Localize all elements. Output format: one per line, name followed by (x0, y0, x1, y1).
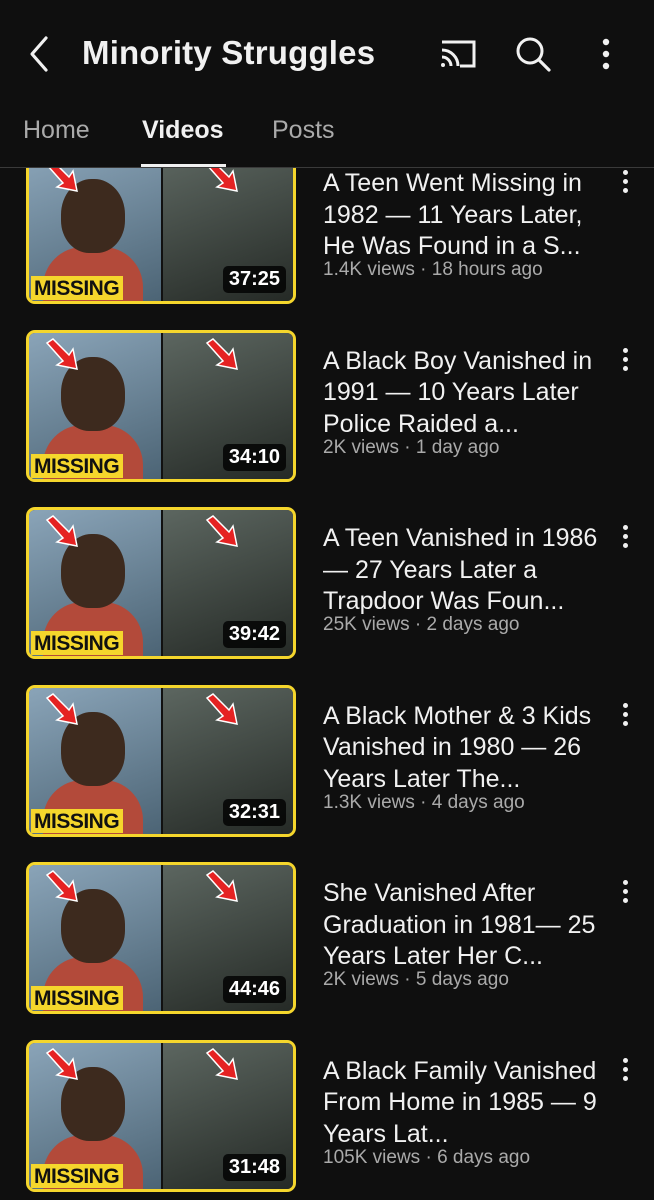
cast-icon[interactable] (436, 32, 480, 76)
video-duration: 31:48 (222, 1153, 286, 1181)
stats-separator: · (420, 1146, 438, 1168)
video-item[interactable]: MISSING 31:48 A Black Family Vanished Fr… (0, 876, 654, 1192)
video-item[interactable]: MISSING 34:10 A Black Boy Vanished in 19… (0, 168, 654, 482)
video-stats: 105K views · 6 days ago (323, 1147, 613, 1169)
video-item[interactable]: MISSING 39:42 A Teen Vanished in 1986 — … (0, 343, 654, 659)
video-item[interactable]: MISSING 32:31 A Black Mother & 3 Kids Va… (0, 521, 654, 837)
tab-home[interactable]: Home (23, 116, 90, 145)
video-list[interactable]: MISSING 37:25 A Teen Went Missing in 198… (0, 168, 654, 1200)
tab-posts[interactable]: Posts (272, 116, 335, 145)
video-age: 6 days ago (437, 1146, 531, 1168)
video-title[interactable]: A Black Family Vanished From Home in 198… (323, 1056, 613, 1150)
search-icon[interactable] (511, 32, 555, 76)
tab-videos[interactable]: Videos (142, 116, 224, 145)
channel-title: Minority Struggles (82, 34, 376, 71)
red-arrow-icon (45, 1047, 78, 1080)
back-arrow-icon[interactable] (22, 32, 58, 76)
channel-tabs: Home Videos Posts (0, 108, 654, 168)
video-item[interactable]: MISSING 44:46 She Vanished After Graduat… (0, 698, 654, 1014)
video-thumbnail[interactable]: MISSING 31:48 (26, 1039, 296, 1192)
video-views: 105K views (323, 1146, 421, 1168)
red-arrow-icon (205, 1047, 238, 1080)
app-header: Minority Struggles (0, 0, 654, 108)
video-more-icon[interactable] (614, 1054, 638, 1086)
active-tab-indicator (141, 164, 226, 167)
video-meta: A Black Family Vanished From Home in 198… (323, 1056, 613, 1169)
more-vertical-icon[interactable] (588, 32, 632, 76)
missing-badge: MISSING (31, 1163, 124, 1188)
